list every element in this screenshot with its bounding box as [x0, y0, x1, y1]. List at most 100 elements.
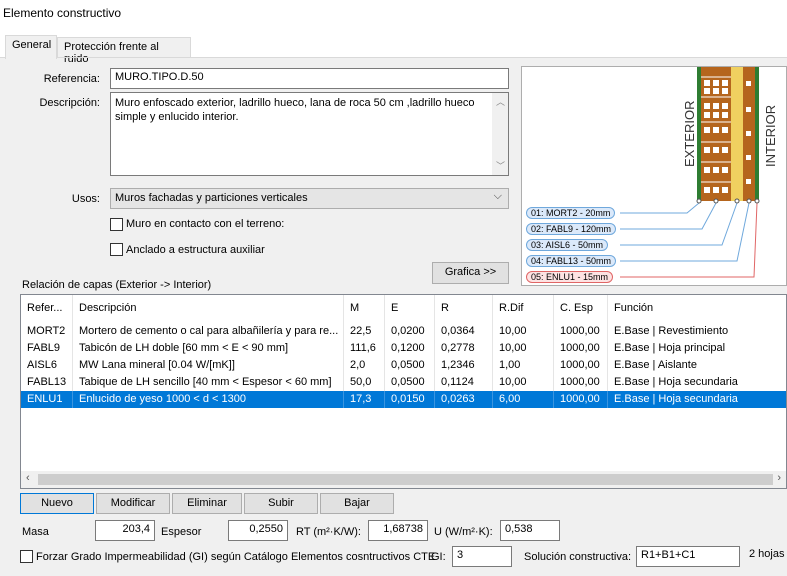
leader-lines	[620, 202, 750, 262]
table-cell: 1,00	[493, 357, 554, 374]
scroll-up-icon[interactable]: ︿	[496, 95, 505, 109]
table-row[interactable]: FABL13 Tabique de LH sencillo [40 mm < Es…	[21, 374, 786, 391]
tab-general[interactable]: General	[5, 35, 57, 59]
column-header-e[interactable]: E	[385, 295, 435, 323]
descripcion-scrollbar[interactable]: ︿ ﹀	[492, 93, 508, 175]
table-row[interactable]: FABL9 Tabicón de LH doble [60 mm < E < 90…	[21, 340, 786, 357]
table-cell: MORT2	[21, 323, 73, 340]
solucion-label: Solución constructiva:	[524, 551, 631, 563]
table-horizontal-scrollbar[interactable]: ‹ ›	[21, 471, 786, 488]
anclado-checkbox[interactable]	[110, 243, 123, 256]
masa-field[interactable]: 203,4	[95, 520, 155, 541]
layers-section-title: Relación de capas (Exterior -> Interior)	[22, 279, 212, 291]
scroll-left-icon[interactable]: ‹	[26, 472, 30, 484]
espesor-field[interactable]: 0,2550	[228, 520, 288, 541]
layer-label-1: 01: MORT2 - 20mm	[526, 207, 616, 219]
table-cell: FABL13	[21, 374, 73, 391]
table-cell: 0,1200	[385, 340, 435, 357]
table-cell: E.Base | Hoja secundaria	[614, 376, 738, 388]
table-cell: E.Base | Aislante	[614, 359, 697, 371]
forzar-gi-label: Forzar Grado Impermeabilidad (GI) según …	[36, 551, 436, 563]
u-field[interactable]: 0,538	[500, 520, 560, 541]
tab-strip: General Protección frente al ruido	[0, 28, 787, 65]
modificar-button[interactable]: Modificar	[96, 493, 170, 514]
layer-label-3: 03: AISL6 - 50mm	[526, 239, 609, 251]
u-label: U (W/m²·K):	[434, 526, 493, 538]
table-cell: Mortero de cemento o cal para albañilerí…	[73, 323, 344, 340]
table-cell: AISL6	[21, 357, 73, 374]
descripcion-textarea[interactable]: Muro enfoscado exterior, ladrillo hueco,…	[110, 92, 509, 176]
table-cell: 1,2346	[435, 357, 493, 374]
referencia-input[interactable]: MURO.TIPO.D.50	[110, 68, 509, 89]
tab-divider	[0, 57, 787, 58]
scrollbar-thumb[interactable]	[38, 474, 773, 485]
grafica-button[interactable]: Grafica >>	[432, 262, 509, 284]
column-header-funcion[interactable]: Función	[608, 295, 786, 323]
table-cell: 2,0	[344, 357, 385, 374]
rt-field[interactable]: 1,68738	[368, 520, 428, 541]
column-header-descripcion[interactable]: Descripción	[73, 295, 344, 323]
layer-plaster	[755, 67, 759, 201]
table-cell: 1000,00	[554, 340, 608, 357]
scroll-down-icon[interactable]: ﹀	[496, 159, 505, 173]
table-cell: E.Base | Hoja secundaria	[614, 393, 738, 405]
table-cell: 6,00	[493, 391, 554, 408]
table-row[interactable]: AISL6 MW Lana mineral [0.04 W/[mK]] 2,0 0,0…	[21, 357, 786, 374]
bajar-button[interactable]: Bajar	[320, 493, 394, 514]
table-cell: 0,2778	[435, 340, 493, 357]
table-row[interactable]: MORT2 Mortero de cemento o cal para albañ…	[21, 323, 786, 340]
scroll-right-icon[interactable]: ›	[777, 472, 781, 484]
table-cell: Enlucido de yeso 1000 < d < 1300	[73, 391, 344, 408]
column-header-m[interactable]: M	[344, 295, 385, 323]
column-header-r[interactable]: R	[435, 295, 493, 323]
table-cell: 0,0500	[385, 357, 435, 374]
table-cell: Tabique de LH sencillo [40 mm < Espesor …	[73, 374, 344, 391]
gi-field[interactable]: 3	[452, 546, 512, 567]
terreno-label: Muro en contacto con el terreno:	[126, 218, 285, 230]
interior-text: INTERIOR	[763, 105, 778, 167]
masa-label: Masa	[22, 526, 49, 538]
usos-selected-value: Muros fachadas y particiones verticales	[115, 192, 308, 204]
terreno-checkbox[interactable]	[110, 218, 123, 231]
nuevo-button[interactable]: Nuevo	[20, 493, 94, 514]
anclado-label: Anclado a estructura auxiliar	[126, 244, 265, 256]
solucion-field[interactable]: R1+B1+C1	[636, 546, 740, 567]
table-cell: 10,00	[493, 374, 554, 391]
column-header-ref[interactable]: Refer...	[21, 295, 73, 323]
rt-label: RT (m²·K/W):	[296, 526, 361, 538]
table-cell: FABL9	[21, 340, 73, 357]
usos-label: Usos:	[71, 193, 100, 205]
table-cell: 10,00	[493, 340, 554, 357]
espesor-label: Espesor	[161, 526, 202, 538]
eliminar-button[interactable]: Eliminar	[172, 493, 242, 514]
layer-label-4: 04: FABL13 - 50mm	[526, 255, 617, 267]
table-cell: MW Lana mineral [0.04 W/[mK]]	[73, 357, 344, 374]
layer-mortar	[697, 67, 701, 201]
table-row[interactable]: ENLU1 Enlucido de yeso 1000 < d < 1300 17,…	[21, 391, 786, 408]
table-cell: 0,0500	[385, 374, 435, 391]
referencia-label: Referencia:	[43, 73, 100, 85]
window-title: Elemento constructivo	[3, 6, 122, 20]
layer-insulation	[731, 67, 743, 201]
column-header-rdif[interactable]: R.Dif	[493, 295, 554, 323]
descripcion-label: Descripción:	[39, 97, 100, 109]
window-titlebar: Elemento constructivo	[0, 0, 787, 28]
gi-label: GI:	[431, 551, 446, 563]
subir-button[interactable]: Subir	[244, 493, 318, 514]
hojas-label: 2 hojas	[749, 548, 785, 560]
table-cell: E.Base | Revestimiento	[614, 325, 729, 337]
forzar-gi-checkbox[interactable]	[20, 550, 33, 563]
table-cell: 10,00	[493, 323, 554, 340]
tab-proteccion-ruido[interactable]: Protección frente al ruido	[57, 37, 191, 65]
exterior-text: EXTERIOR	[682, 101, 697, 167]
usos-select[interactable]: Muros fachadas y particiones verticales …	[110, 188, 509, 209]
wall-section-drawing: EXTERIOR INTERIOR	[620, 67, 778, 278]
table-cell: 0,1124	[435, 374, 493, 391]
table-cell: 1000,00	[554, 357, 608, 374]
table-header: Refer... Descripción M E R R.Dif C. Esp …	[21, 295, 786, 323]
column-header-cesp[interactable]: C. Esp	[554, 295, 608, 323]
table-cell: 1000,00	[554, 374, 608, 391]
table-cell: 0,0263	[435, 391, 493, 408]
table-cell: 17,3	[344, 391, 385, 408]
chevron-down-icon: ⌵	[493, 190, 502, 202]
